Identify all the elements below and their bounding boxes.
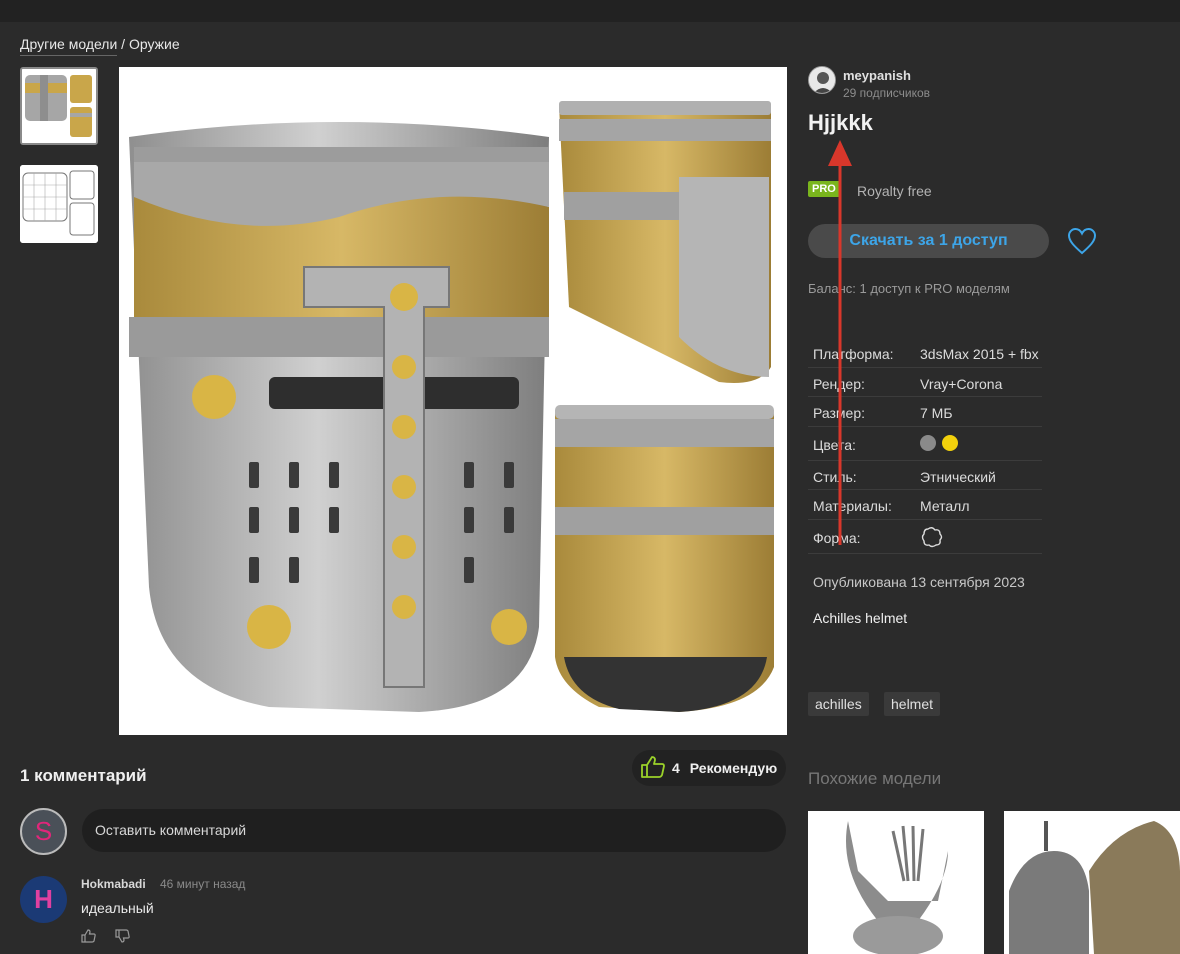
recommend-label: Рекомендую xyxy=(689,760,778,776)
spec-row-shape: Форма: xyxy=(808,520,1042,554)
spec-key: Форма: xyxy=(813,529,861,546)
comment-dislike-icon[interactable] xyxy=(115,928,131,944)
similar-model-card[interactable] xyxy=(1004,811,1180,954)
author-avatar[interactable] xyxy=(808,66,836,94)
model-title: Hjjkkk xyxy=(808,110,873,135)
tag-helmet[interactable]: helmet xyxy=(884,692,941,716)
top-bar xyxy=(0,0,1180,22)
breadcrumb-separator: / xyxy=(117,36,129,52)
comment-text: идеальный xyxy=(81,900,154,916)
main-model-image[interactable] xyxy=(119,67,787,735)
spec-row-platform: Платформа: 3dsMax 2015 + fbx xyxy=(808,338,1042,368)
breadcrumb-section-link[interactable]: Другие модели xyxy=(20,36,118,56)
gallery-thumbnail-render[interactable] xyxy=(20,67,98,145)
spec-key: Платформа: xyxy=(813,346,894,362)
spec-row-size: Размер: 7 МБ xyxy=(808,397,1042,427)
breadcrumb-category-link[interactable]: Оружие xyxy=(129,36,180,52)
commenter-name[interactable]: Hokmabadi xyxy=(81,877,146,891)
comment-like-icon[interactable] xyxy=(81,928,97,944)
comment-time: 46 минут назад xyxy=(160,877,246,891)
heart-icon[interactable] xyxy=(1066,226,1098,256)
comments-title: 1 комментарий xyxy=(20,766,147,785)
similar-model-card[interactable] xyxy=(808,811,984,954)
spec-key: Цвета: xyxy=(813,436,856,453)
spec-row-render: Рендер: Vray+Corona xyxy=(808,368,1042,397)
shape-icon[interactable] xyxy=(920,525,944,552)
balance-text: Баланс: 1 доступ к PRO моделям xyxy=(808,281,1010,296)
download-button[interactable]: Скачать за 1 доступ xyxy=(808,224,1049,258)
author-name[interactable]: meypanish xyxy=(843,68,911,83)
spec-key: Размер: xyxy=(813,405,866,421)
thumbs-up-icon xyxy=(640,755,666,782)
spec-row-style: Стиль: Этнический xyxy=(808,461,1042,490)
author-subscribers: 29 подписчиков xyxy=(843,86,931,100)
similar-models-title: Похожие модели xyxy=(808,769,942,788)
spec-value[interactable]: Vray+Corona xyxy=(920,376,1002,392)
model-description: Achilles helmet xyxy=(813,610,908,626)
spec-value[interactable]: Этнический xyxy=(920,469,996,485)
spec-key: Стиль: xyxy=(813,468,857,485)
current-user-avatar: S xyxy=(20,808,67,855)
specs-table: Платформа: 3dsMax 2015 + fbx Рендер: Vra… xyxy=(808,338,1042,554)
recommend-button[interactable]: 4 Рекомендую xyxy=(632,750,786,786)
spec-row-colors: Цвета: xyxy=(808,427,1042,461)
comment-input[interactable]: Оставить комментарий xyxy=(82,809,786,852)
color-swatch-gray[interactable] xyxy=(920,434,936,451)
spec-row-materials: Материалы: Металл xyxy=(808,490,1042,520)
spec-colors xyxy=(920,434,964,451)
spec-key: Материалы: xyxy=(813,498,892,514)
breadcrumb: Другие модели / Оружие xyxy=(20,36,180,56)
pro-badge: PRO xyxy=(808,181,840,197)
commenter-avatar[interactable]: H xyxy=(20,876,67,923)
spec-value[interactable]: 3dsMax 2015 + fbx xyxy=(920,346,1039,362)
recommend-count: 4 xyxy=(672,760,680,776)
color-swatch-yellow[interactable] xyxy=(942,434,958,451)
published-date: Опубликована 13 сентября 2023 xyxy=(813,574,1025,590)
gallery-thumbnail-wireframe[interactable] xyxy=(20,165,98,243)
spec-key: Рендер: xyxy=(813,375,865,392)
spec-value: 7 МБ xyxy=(920,405,953,421)
tag-achilles[interactable]: achilles xyxy=(808,692,869,716)
license-text: Royalty free xyxy=(857,183,932,199)
spec-value[interactable]: Металл xyxy=(920,498,970,514)
